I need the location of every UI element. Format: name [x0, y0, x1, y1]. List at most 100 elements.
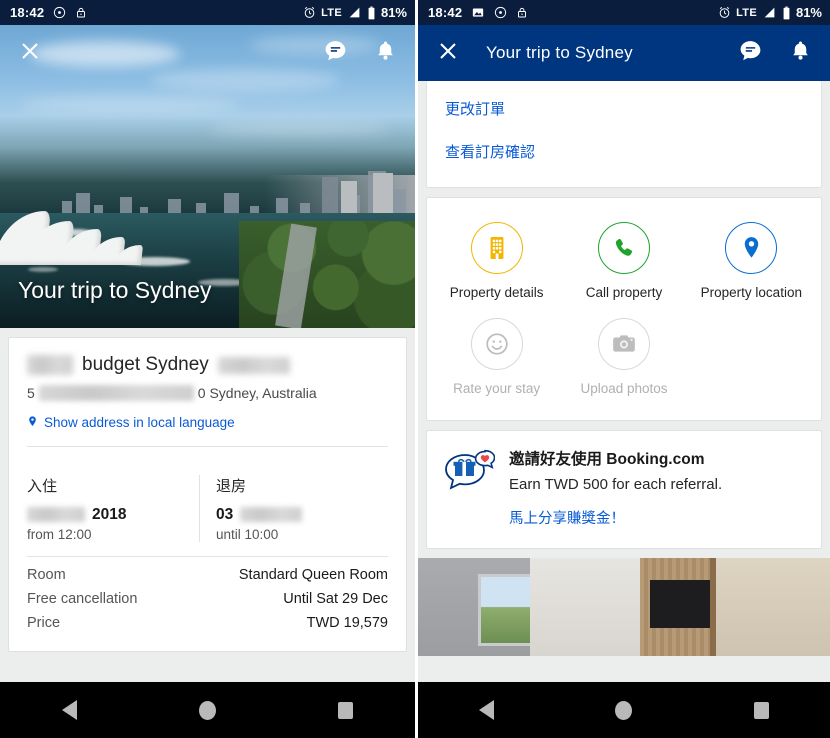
close-icon[interactable] — [18, 39, 42, 68]
redacted-checkout-date — [240, 507, 303, 523]
recents-button[interactable] — [731, 690, 791, 730]
address-suffix: 0 Sydney, Australia — [197, 384, 317, 401]
clock-icon — [494, 6, 507, 19]
fact-key: Free cancellation — [27, 590, 138, 607]
action-rate-your-stay: Rate your stay — [433, 310, 560, 406]
lock-icon — [75, 6, 87, 19]
property-name: budget Sydney — [27, 354, 388, 377]
referral-cta-link[interactable]: 馬上分享賺獎金！ — [509, 507, 625, 528]
alarm-icon — [303, 6, 316, 19]
action-call-property[interactable]: Call property — [560, 214, 687, 310]
phone-icon — [597, 222, 650, 274]
back-button[interactable] — [39, 690, 99, 730]
property-address: 5 0 Sydney, Australia — [27, 384, 388, 401]
action-label: Call property — [585, 285, 663, 300]
sydney-opera-house — [0, 193, 167, 265]
show-address-local-language-link[interactable]: Show address in local language — [27, 414, 388, 431]
signal-icon — [762, 6, 777, 19]
chat-icon[interactable] — [323, 38, 348, 68]
redacted-checkin-date — [27, 507, 85, 523]
home-button[interactable] — [177, 690, 237, 730]
checkout-date: 03 — [216, 506, 388, 524]
bell-icon[interactable] — [374, 39, 397, 67]
stay-dates: 入住 2018 from 12:00 退房 03 until 10:00 — [9, 461, 406, 556]
property-summary-card: budget Sydney 5 0 Sydney, Australia Show… — [8, 337, 407, 652]
battery-icon — [782, 6, 791, 20]
clock-icon — [53, 6, 66, 19]
action-upload-photos: Upload photos — [560, 310, 687, 406]
gift-bubble-icon — [443, 449, 496, 528]
address-prefix: 5 — [27, 384, 35, 401]
home-button[interactable] — [594, 690, 654, 730]
lock-icon — [516, 6, 528, 19]
referral-card[interactable]: 邀請好友使用 Booking.com Earn TWD 500 for each… — [426, 430, 822, 549]
fact-value: Until Sat 29 Dec — [283, 590, 388, 607]
app-bar: Your trip to Sydney — [418, 25, 830, 81]
battery-icon — [367, 6, 376, 20]
bell-icon[interactable] — [789, 39, 812, 67]
hero-title: Your trip to Sydney — [18, 277, 212, 303]
left-phone-screen: 18:42 LTE 81% Your trip to Sydney budget… — [0, 0, 415, 738]
status-time: 18:42 — [428, 5, 463, 20]
recents-button[interactable] — [316, 690, 376, 730]
right-content: 更改訂單 查看訂房確認 Property details Call proper… — [418, 81, 830, 682]
android-nav-bar-left — [0, 682, 415, 738]
amend-booking-link[interactable]: 更改訂單 — [445, 87, 803, 130]
page-title: Your trip to Sydney — [486, 43, 633, 62]
action-property-location[interactable]: Property location — [688, 214, 815, 310]
checkout-label: 退房 — [216, 477, 247, 495]
table-row: Free cancellation Until Sat 29 Dec — [27, 587, 388, 611]
back-button[interactable] — [457, 690, 517, 730]
property-name-text: budget Sydney — [82, 354, 209, 375]
action-label: Upload photos — [580, 381, 668, 396]
redacted-address — [38, 384, 194, 401]
booking-facts: Room Standard Queen Room Free cancellati… — [9, 557, 406, 651]
checkout-block: 退房 03 until 10:00 — [199, 474, 388, 542]
redacted-name-prefix — [27, 355, 73, 376]
map-pin-icon — [27, 414, 38, 431]
redacted-name-suffix — [217, 356, 290, 374]
table-row: Price TWD 19,579 — [27, 611, 388, 635]
action-label: Rate your stay — [453, 381, 541, 396]
show-address-label: Show address in local language — [44, 414, 235, 430]
chat-icon[interactable] — [738, 38, 763, 68]
battery-percent: 81% — [380, 5, 407, 20]
view-confirmation-link[interactable]: 查看訂房確認 — [445, 130, 803, 173]
image-icon — [471, 6, 485, 19]
close-icon[interactable] — [436, 39, 460, 68]
action-label: Property details — [449, 285, 544, 300]
botanic-gardens — [239, 221, 415, 328]
smiley-icon — [470, 318, 523, 370]
hero-toolbar — [0, 25, 415, 81]
network-type: LTE — [736, 6, 757, 19]
fact-key: Room — [27, 566, 66, 583]
checkout-day: 03 — [216, 505, 234, 523]
divider — [27, 445, 388, 447]
camera-icon — [597, 318, 650, 370]
android-nav-bar-right — [418, 682, 830, 738]
fact-key: Price — [27, 614, 61, 631]
network-type: LTE — [321, 6, 342, 19]
checkin-date: 2018 — [27, 506, 199, 524]
status-time: 18:42 — [10, 5, 45, 20]
building-icon — [470, 222, 523, 274]
left-content: budget Sydney 5 0 Sydney, Australia Show… — [0, 328, 415, 682]
right-phone-screen: 18:42 LTE 81% Your trip to Sydney 更改訂單 查… — [415, 0, 830, 738]
battery-percent: 81% — [795, 5, 822, 20]
fact-value: Standard Queen Room — [238, 566, 388, 583]
hero-image-sydney-harbour: Your trip to Sydney — [0, 25, 415, 328]
checkin-block: 入住 2018 from 12:00 — [27, 475, 199, 542]
checkin-time: from 12:00 — [27, 526, 92, 542]
signal-icon — [347, 6, 362, 19]
dual-screenshot: 18:42 LTE 81% Your trip to Sydney budget… — [0, 0, 830, 738]
checkin-label: 入住 — [27, 477, 58, 495]
checkout-time: until 10:00 — [216, 526, 279, 542]
quick-actions-card: Property details Call property Property … — [426, 197, 822, 421]
map-pin-icon — [725, 222, 778, 274]
referral-subtitle: Earn TWD 500 for each referral. — [509, 475, 723, 493]
referral-title: 邀請好友使用 Booking.com — [509, 451, 705, 468]
status-bar-right: 18:42 LTE 81% — [418, 0, 830, 25]
checkin-year: 2018 — [92, 505, 127, 523]
action-property-details[interactable]: Property details — [433, 214, 560, 310]
hotel-room-photo — [418, 557, 830, 656]
